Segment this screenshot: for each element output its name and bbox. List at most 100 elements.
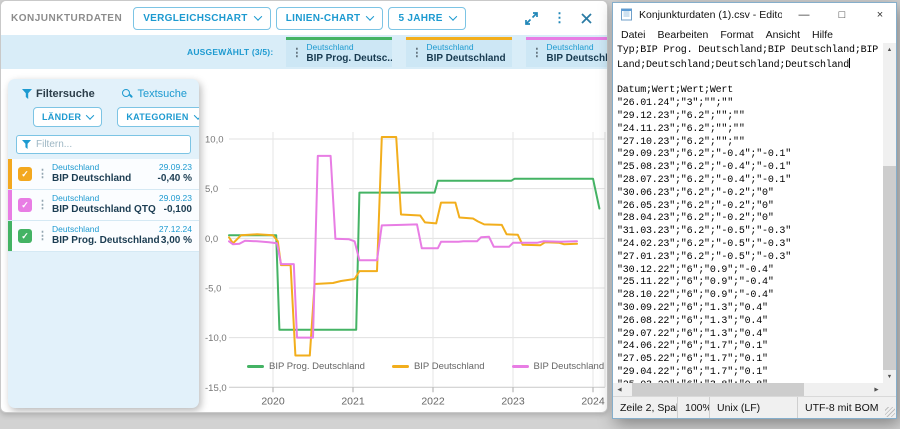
x-tick-label: 2022: [421, 395, 445, 407]
chevron-down-icon: [253, 12, 261, 20]
series-texts: DeutschlandBIP Prog. Deutschland: [52, 224, 159, 247]
desktop: KONJUNKTURDATEN VERGLEICHSCHART LINIEN-C…: [0, 0, 900, 429]
kebab-menu-icon[interactable]: ⋮: [291, 49, 302, 58]
kebab-menu-icon[interactable]: ⋮: [37, 170, 48, 179]
close-icon[interactable]: [580, 12, 593, 25]
csv-line: "28.10.22";"6";"0.9";"-0.4": [617, 290, 883, 303]
text-search-tab[interactable]: Textsuche: [122, 88, 187, 100]
close-button[interactable]: ×: [864, 3, 896, 26]
menu-item-ansicht[interactable]: Ansicht: [760, 29, 806, 41]
y-tick-label: 0,0: [205, 234, 218, 245]
kebab-menu-icon[interactable]: ⋮: [553, 13, 566, 23]
categories-dropdown-label: KATEGORIEN: [126, 112, 188, 122]
countries-dropdown[interactable]: LÄNDER: [33, 107, 102, 127]
series-meta: 29.09.23-0,100: [159, 193, 199, 216]
series-date-label: 29.09.23: [159, 162, 192, 173]
csv-line: "27.10.23";"6.2";"";"": [617, 137, 883, 150]
text-cursor: [849, 58, 850, 68]
filter-input-wrap: [16, 135, 191, 154]
app-toolbar: KONJUNKTURDATEN VERGLEICHSCHART LINIEN-C…: [1, 1, 607, 35]
notepad-titlebar[interactable]: Konjunkturdaten (1).csv - Editor — □ ×: [613, 3, 896, 26]
kebab-menu-icon[interactable]: ⋮: [411, 49, 422, 58]
series-texts: DeutschlandBIP Deutschland QTQ: [52, 193, 159, 216]
series-meta: 27.12.243,00 %: [159, 224, 199, 247]
series-value-label: -0,100: [164, 204, 192, 217]
series-list-item[interactable]: ✓ ⋮ DeutschlandBIP Prog. Deutschland27.12.…: [8, 221, 199, 252]
csv-line: "29.12.23";"6.2";"";"": [617, 111, 883, 124]
scroll-down-icon[interactable]: ▼: [883, 370, 896, 383]
scroll-up-icon[interactable]: ▲: [883, 43, 896, 56]
csv-text-content[interactable]: Typ;BIP Prog. Deutschland;BIP Deutschlan…: [613, 43, 883, 383]
series-value-label: -0,40 %: [158, 173, 192, 186]
resize-grip[interactable]: [885, 407, 895, 417]
time-range-dropdown[interactable]: 5 JAHRE: [388, 7, 465, 30]
menu-item-hilfe[interactable]: Hilfe: [806, 29, 839, 41]
minimize-button[interactable]: —: [788, 3, 820, 26]
categories-dropdown[interactable]: KATEGORIEN: [117, 107, 199, 127]
expand-icon[interactable]: [524, 11, 539, 26]
csv-line: "26.08.22";"6";"1.3";"0.4": [617, 316, 883, 329]
chevron-down-icon: [193, 111, 199, 119]
notepad-window: Konjunkturdaten (1).csv - Editor — □ × D…: [612, 2, 897, 419]
kebab-menu-icon[interactable]: ⋮: [37, 232, 48, 241]
csv-line: "24.11.23";"6.2";"";"": [617, 124, 883, 137]
csv-line: "29.09.23";"6.2";"-0.4";"-0.1": [617, 149, 883, 162]
series-date-label: 29.09.23: [159, 193, 192, 204]
csv-line: "28.07.23";"6.2";"-0.4";"-0.1": [617, 175, 883, 188]
status-segment: Zeile 2, Spalte 4: [613, 397, 677, 418]
vertical-scrollbar[interactable]: ▲ ▼: [883, 43, 896, 383]
chart-line-bip-deutschland: [229, 137, 577, 356]
sidebar-dropdown-row: LÄNDER KATEGORIEN: [8, 107, 199, 127]
y-tick-label: 5,0: [205, 184, 218, 195]
kebab-menu-icon[interactable]: ⋮: [531, 49, 542, 58]
kebab-menu-icon[interactable]: ⋮: [37, 201, 48, 210]
filter-funnel-icon: [22, 140, 31, 149]
selected-series-chip[interactable]: ⋮ DeutschlandBIP Prog. Deutsc...: [286, 37, 392, 67]
series-country-label: Deutschland: [52, 162, 158, 173]
filter-input[interactable]: [36, 139, 185, 150]
chart-style-dropdown-label: LINIEN-CHART: [286, 13, 361, 24]
filter-search-tab[interactable]: Filtersuche: [22, 88, 95, 100]
series-meta: 29.09.23-0,40 %: [158, 162, 199, 185]
y-tick-label: -15,0: [205, 383, 227, 394]
series-checkbox[interactable]: ✓: [18, 229, 32, 243]
maximize-button[interactable]: □: [826, 3, 858, 26]
chart-type-dropdown[interactable]: VERGLEICHSCHART: [133, 7, 271, 30]
csv-line: "27.05.22";"6";"1.7";"0.1": [617, 354, 883, 367]
vertical-scroll-thumb[interactable]: [883, 166, 896, 371]
scroll-right-icon[interactable]: ▶: [870, 383, 883, 396]
legend-item: BIP Prog. Deutschland: [247, 361, 365, 372]
series-list-item[interactable]: ✓⋮DeutschlandBIP Deutschland29.09.23-0,4…: [8, 159, 199, 190]
chip-texts: DeutschlandBIP Prog. Deutsc...: [306, 43, 392, 64]
horizontal-scroll-track[interactable]: [626, 383, 870, 396]
series-checkbox[interactable]: ✓: [18, 167, 32, 181]
menu-item-format[interactable]: Format: [714, 29, 759, 41]
horizontal-scrollbar[interactable]: ◀ ▶: [613, 383, 896, 396]
series-checkbox[interactable]: ✓: [18, 198, 32, 212]
csv-line: "24.02.23";"6.2";"-0.5";"-0.3": [617, 239, 883, 252]
toolbar-icons: ⋮: [524, 11, 593, 26]
text-search-label: Textsuche: [137, 88, 187, 100]
horizontal-scroll-thumb[interactable]: [632, 383, 804, 396]
chart-legend: BIP Prog. DeutschlandBIP DeutschlandBIP …: [247, 361, 608, 372]
csv-line: "28.04.23";"6.2";"-0.2";"0": [617, 213, 883, 226]
selected-series-chip[interactable]: ⋮DeutschlandBIP Deutschland ...: [526, 37, 607, 67]
menu-item-bearbeiten[interactable]: Bearbeiten: [652, 29, 715, 41]
chevron-down-icon: [449, 12, 457, 20]
csv-line: "29.04.22";"6";"1.7";"0.1": [617, 367, 883, 380]
series-list-item[interactable]: ✓ ⋮ DeutschlandBIP Deutschland QTQ29.09.23…: [8, 190, 199, 221]
legend-swatch: [247, 365, 264, 368]
csv-line: Typ;BIP Prog. Deutschland;BIP Deutschlan…: [617, 45, 883, 58]
chart-style-dropdown[interactable]: LINIEN-CHART: [276, 7, 384, 30]
app-title: KONJUNKTURDATEN: [11, 13, 122, 24]
series-country-label: Deutschland: [52, 193, 159, 204]
y-tick-label: 10,0: [205, 135, 224, 146]
csv-line: "30.09.22";"6";"1.3";"0.4": [617, 303, 883, 316]
selected-series-chip[interactable]: ⋮DeutschlandBIP Deutschland: [406, 37, 512, 67]
series-color-bar: [8, 190, 12, 220]
scroll-left-icon[interactable]: ◀: [613, 383, 626, 396]
menu-item-datei[interactable]: Datei: [615, 29, 652, 41]
status-segment: 100%: [677, 397, 709, 418]
filter-search-label: Filtersuche: [36, 88, 95, 100]
csv-line: "30.06.23";"6.2";"-0.2";"0": [617, 188, 883, 201]
